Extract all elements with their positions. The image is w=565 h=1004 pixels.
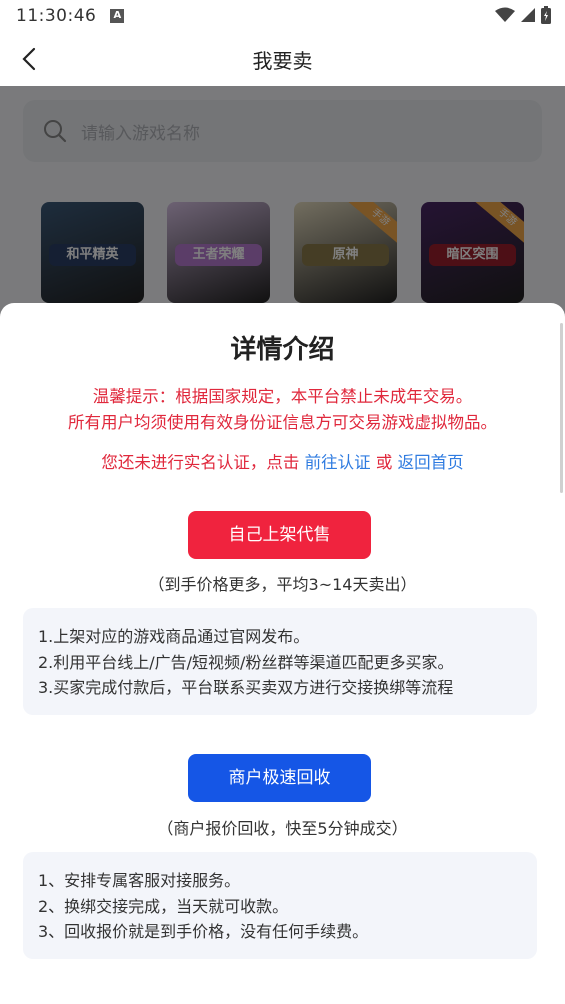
merchant-info: 1、安排专属客服对接服务。 2、换绑交接完成，当天就可收款。 3、回收报价就是到… (23, 852, 537, 959)
self-sell-note: （到手价格更多，平均3~14天卖出） (148, 575, 417, 594)
sheet-title: 详情介绍 (230, 335, 335, 365)
list-item: 2.利用平台线上/广告/短视频/粉丝群等渠道匹配更多买家。 (38, 652, 454, 672)
merchant-recycle-button[interactable]: 商户极速回收 (188, 754, 371, 802)
merchant-note: （商户报价回收，快至5分钟成交） (157, 819, 408, 838)
page-title: 我要卖 (252, 49, 313, 73)
notification-icon: A (110, 9, 125, 23)
list-item: 3.买家完成付款后，平台联系买卖双方进行交接换绑等流程 (38, 678, 454, 697)
list-item: 1、安排专属客服对接服务。 (38, 871, 241, 890)
list-item: 2、换绑交接完成，当天就可收款。 (38, 896, 289, 916)
battery-icon (541, 6, 551, 24)
signal-icon (521, 8, 535, 22)
go-verify-link[interactable]: 前往认证 (305, 453, 371, 472)
notice-line-2: 所有用户均须使用有效身份证信息方可交易游戏虚拟物品。 (68, 413, 497, 432)
self-sell-info: 1.上架对应的游戏商品通过官网发布。 2.利用平台线上/广告/短视频/粉丝群等渠… (23, 608, 537, 715)
status-bar: 11:30:46 A (0, 0, 565, 32)
status-icons (495, 6, 551, 24)
nav-bar: 我要卖 (0, 32, 565, 86)
verify-prefix: 您还未进行实名认证，点击 (101, 453, 305, 472)
verify-prompt: 您还未进行实名认证，点击 前往认证 或 返回首页 (0, 449, 565, 473)
wifi-icon (495, 7, 515, 22)
detail-sheet: 详情介绍 温馨提示：根据国家规定，本平台禁止未成年交易。 所有用户均须使用有效身… (0, 303, 565, 1004)
notice-line-1: 温馨提示：根据国家规定，本平台禁止未成年交易。 (92, 387, 473, 406)
list-item: 1.上架对应的游戏商品通过官网发布。 (38, 627, 310, 646)
status-time: 11:30:46 (16, 6, 97, 26)
self-sell-button[interactable]: 自己上架代售 (188, 511, 371, 559)
home-link[interactable]: 返回首页 (398, 453, 464, 472)
list-item: 3、回收报价就是到手价格，没有任何手续费。 (38, 922, 369, 941)
verify-or: 或 (370, 453, 398, 472)
